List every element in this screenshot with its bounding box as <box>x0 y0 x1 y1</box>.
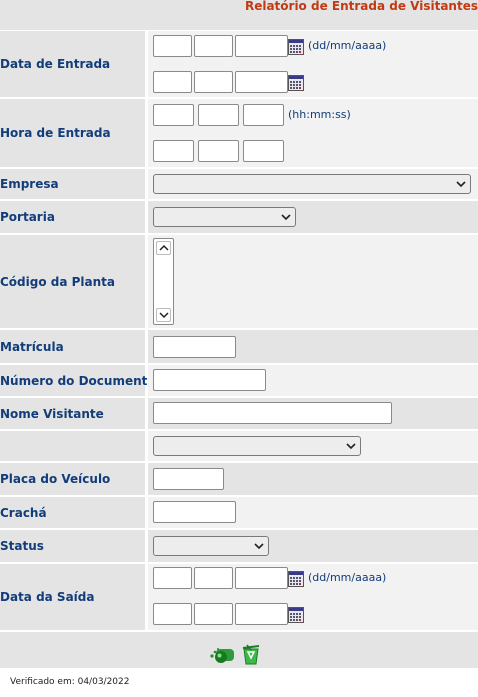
data-entrada-inicio-ano[interactable] <box>235 35 288 57</box>
scroll-down-button[interactable] <box>156 308 171 322</box>
data-entrada-fim-mes[interactable] <box>194 71 233 93</box>
data-saida-fim-ano[interactable] <box>235 603 288 625</box>
label-data-saida: Data da Saída <box>0 590 95 604</box>
data-saida-inicio-ano[interactable] <box>235 567 288 589</box>
row-hora-entrada: Hora de Entrada (hh:mm:ss) <box>0 99 478 167</box>
data-entrada-inicio-mes[interactable] <box>194 35 233 57</box>
label-cracha: Crachá <box>0 505 47 520</box>
label-hora-entrada: Hora de Entrada <box>0 126 111 140</box>
row-status: Status <box>0 530 478 562</box>
numero-documento-input[interactable] <box>153 369 266 391</box>
label-matricula: Matrícula <box>0 339 64 354</box>
calendar-icon[interactable] <box>288 75 304 91</box>
row-codigo-planta: Código da Planta <box>0 235 478 328</box>
label-portaria: Portaria <box>0 210 55 224</box>
chevron-down-icon <box>254 543 264 550</box>
search-icon[interactable] <box>208 643 236 665</box>
chevron-down-icon <box>281 214 291 221</box>
cracha-input[interactable] <box>153 501 236 523</box>
hint-hora-entrada: (hh:mm:ss) <box>288 108 351 121</box>
scroll-up-button[interactable] <box>156 241 171 255</box>
row-numero-documento: Número do Documento <box>0 365 478 396</box>
label-data-entrada: Data de Entrada <box>0 57 111 71</box>
hora-entrada-inicio-s[interactable] <box>243 104 284 126</box>
data-entrada-inicio-dia[interactable] <box>153 35 192 57</box>
calendar-icon[interactable] <box>288 39 304 55</box>
label-numero-documento: Número do Documento <box>0 373 156 388</box>
recycle-bin-icon[interactable] <box>240 643 262 665</box>
hint-data-entrada: (dd/mm/aaaa) <box>308 39 387 52</box>
row-matricula: Matrícula <box>0 330 478 363</box>
hora-entrada-inicio-h[interactable] <box>153 104 194 126</box>
hora-entrada-fim-s[interactable] <box>243 140 284 162</box>
data-saida-fim-mes[interactable] <box>194 603 233 625</box>
hint-data-saida: (dd/mm/aaaa) <box>308 571 387 584</box>
hora-entrada-fim-h[interactable] <box>153 140 194 162</box>
placa-veiculo-input[interactable] <box>153 468 224 490</box>
chevron-down-icon <box>159 312 169 319</box>
row-unlabeled-select <box>0 431 478 461</box>
nome-visitante-input[interactable] <box>153 402 392 424</box>
label-nome-visitante: Nome Visitante <box>0 406 104 421</box>
data-saida-fim-dia[interactable] <box>153 603 192 625</box>
row-empresa: Empresa <box>0 169 478 199</box>
data-saida-inicio-dia[interactable] <box>153 567 192 589</box>
row-cracha: Crachá <box>0 497 478 528</box>
row-data-entrada: Data de Entrada (dd/mm/aaaa) <box>0 31 478 97</box>
page-title: Relatório de Entrada de Visitantes <box>244 0 478 13</box>
calendar-icon[interactable] <box>288 607 304 623</box>
codigo-planta-listbox[interactable] <box>153 238 174 325</box>
portaria-select[interactable] <box>153 207 296 227</box>
label-codigo-planta: Código da Planta <box>0 274 116 289</box>
unlabeled-select[interactable] <box>153 436 361 456</box>
label-empresa: Empresa <box>0 177 59 191</box>
status-select[interactable] <box>153 536 269 556</box>
chevron-up-icon <box>159 244 169 251</box>
calendar-icon[interactable] <box>288 571 304 587</box>
chevron-down-icon <box>346 443 356 450</box>
empresa-select[interactable] <box>153 174 471 194</box>
label-placa-veiculo: Placa do Veículo <box>0 472 111 486</box>
hora-entrada-inicio-m[interactable] <box>198 104 239 126</box>
verified-date: Verificado em: 04/03/2022 <box>10 677 130 687</box>
row-placa-veiculo: Placa do Veículo <box>0 463 478 495</box>
report-form-page: Relatório de Entrada de Visitantes Data … <box>0 0 478 697</box>
row-data-saida: Data da Saída (dd/mm/aaaa) <box>0 564 478 630</box>
matricula-input[interactable] <box>153 336 236 358</box>
hora-entrada-fim-m[interactable] <box>198 140 239 162</box>
data-saida-inicio-mes[interactable] <box>194 567 233 589</box>
data-entrada-fim-dia[interactable] <box>153 71 192 93</box>
row-portaria: Portaria <box>0 201 478 233</box>
row-nome-visitante: Nome Visitante <box>0 398 478 429</box>
action-bar <box>0 632 478 668</box>
label-status: Status <box>0 539 44 553</box>
data-entrada-fim-ano[interactable] <box>235 71 288 93</box>
chevron-down-icon <box>456 181 466 188</box>
title-row: Relatório de Entrada de Visitantes <box>0 0 478 30</box>
